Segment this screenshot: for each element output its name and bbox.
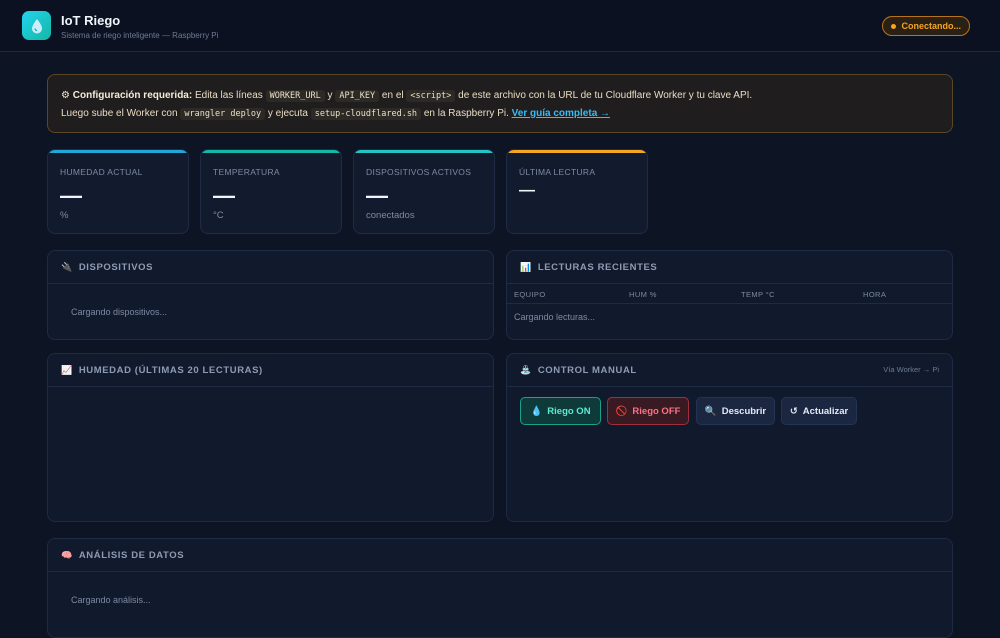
column-header-temperature[interactable]: TEMP °C bbox=[741, 290, 775, 299]
humidity-chart-header: 📈 Humedad (últimas 20 lecturas) bbox=[48, 354, 493, 387]
irrigation-off-button[interactable]: 🚫 Riego OFF bbox=[607, 397, 689, 425]
banner-text: Edita las líneas bbox=[192, 90, 266, 101]
irrigation-on-button[interactable]: 💧 Riego ON bbox=[520, 397, 601, 425]
refresh-button[interactable]: ↺ Actualizar bbox=[781, 397, 857, 425]
stat-card-humidity: Humedad actual — % bbox=[47, 149, 189, 234]
code-script-tag: <script> bbox=[406, 90, 456, 102]
stat-accent-bar bbox=[201, 150, 341, 153]
code-wrangler-deploy: wrangler deploy bbox=[180, 108, 266, 120]
stat-card-active-devices: Dispositivos activos — conectados bbox=[353, 149, 495, 234]
devices-loading-text: Cargando dispositivos... bbox=[71, 307, 168, 317]
readings-panel-header: 📊 Lecturas recientes bbox=[507, 251, 952, 284]
discover-button[interactable]: 🔍 Descubrir bbox=[696, 397, 775, 425]
code-setup-script: setup-cloudflared.sh bbox=[310, 108, 422, 120]
stat-card-last-reading: Última lectura — bbox=[506, 149, 648, 234]
fountain-icon: ⛲ bbox=[520, 364, 532, 375]
readings-panel: 📊 Lecturas recientes EQUIPO HUM % TEMP °… bbox=[506, 250, 953, 340]
stat-value: — bbox=[60, 183, 82, 208]
banner-text: de este archivo con la URL de tu Cloudfl… bbox=[455, 90, 753, 101]
brain-icon: 🧠 bbox=[61, 549, 73, 560]
analysis-panel-title: Análisis de datos bbox=[78, 549, 185, 561]
plug-icon: 🔌 bbox=[61, 261, 73, 272]
banner-text: y bbox=[324, 90, 336, 101]
magnifier-icon: 🔍 bbox=[704, 405, 717, 417]
code-worker-url: WORKER_URL bbox=[265, 90, 325, 102]
column-header-humidity[interactable]: HUM % bbox=[629, 290, 657, 299]
refresh-label: Actualizar bbox=[802, 405, 849, 417]
readings-table-header: EQUIPO HUM % TEMP °C HORA bbox=[507, 285, 952, 304]
code-api-key: API_KEY bbox=[335, 90, 380, 102]
devices-panel: 🔌 Dispositivos Cargando dispositivos... bbox=[47, 250, 494, 340]
humidity-chart-canvas bbox=[48, 388, 493, 521]
manual-control-panel: ⛲ Control manual Vía Worker → Pi 💧 Riego… bbox=[506, 353, 953, 522]
stat-label: Dispositivos activos bbox=[366, 167, 472, 177]
banner-line-1: ⚙ Configuración requerida: Edita las lín… bbox=[61, 87, 939, 105]
devices-panel-title: Dispositivos bbox=[78, 261, 154, 273]
stat-label: Última lectura bbox=[519, 167, 596, 177]
config-warning-banner: ⚙ Configuración requerida: Edita las lín… bbox=[47, 74, 953, 133]
gear-icon: ⚙ bbox=[61, 90, 70, 101]
devices-panel-header: 🔌 Dispositivos bbox=[48, 251, 493, 284]
app-subtitle: Sistema de riego inteligente — Raspberry… bbox=[61, 31, 219, 40]
status-dot-icon bbox=[891, 23, 897, 29]
humidity-chart-panel: 📈 Humedad (últimas 20 lecturas) bbox=[47, 353, 494, 522]
connection-status-text: Conectando... bbox=[901, 21, 961, 31]
prohibited-icon: 🚫 bbox=[615, 405, 628, 417]
column-header-equipo[interactable]: EQUIPO bbox=[514, 290, 546, 299]
connection-status-badge: Conectando... bbox=[882, 16, 970, 36]
stat-card-temperature: Temperatura — °C bbox=[200, 149, 342, 234]
stat-unit: °C bbox=[213, 210, 224, 221]
stat-unit: % bbox=[60, 210, 69, 221]
banner-text: en el bbox=[379, 90, 407, 101]
discover-label: Descubrir bbox=[721, 405, 767, 417]
analysis-loading-text: Cargando análisis... bbox=[71, 595, 151, 605]
irrigation-on-label: Riego ON bbox=[547, 405, 591, 417]
irrigation-off-label: Riego OFF bbox=[632, 405, 681, 417]
banner-line-2: Luego sube el Worker con wrangler deploy… bbox=[61, 105, 939, 123]
column-header-time[interactable]: HORA bbox=[863, 290, 886, 299]
bar-chart-icon: 📊 bbox=[520, 261, 532, 272]
banner-text: Luego sube el Worker con bbox=[61, 108, 181, 119]
stat-unit: conectados bbox=[366, 210, 415, 221]
water-drop-icon bbox=[22, 11, 51, 40]
app-header: IoT Riego Sistema de riego inteligente —… bbox=[0, 0, 1000, 52]
stat-label: Humedad actual bbox=[60, 167, 143, 177]
manual-control-header: ⛲ Control manual Vía Worker → Pi bbox=[507, 354, 952, 387]
water-drop-icon: 💧 bbox=[530, 405, 543, 417]
refresh-icon: ↺ bbox=[789, 405, 798, 417]
stat-value: — bbox=[519, 182, 535, 199]
readings-loading-text: Cargando lecturas... bbox=[514, 312, 596, 322]
analysis-panel-header: 🧠 Análisis de datos bbox=[48, 539, 952, 572]
banner-lead: Configuración requerida: bbox=[72, 90, 193, 101]
control-route-label: Vía Worker → Pi bbox=[883, 365, 939, 374]
stat-value: — bbox=[366, 183, 388, 208]
stat-accent-bar bbox=[48, 150, 188, 153]
stat-accent-bar bbox=[507, 150, 647, 153]
full-guide-link[interactable]: Ver guía completa → bbox=[512, 108, 610, 119]
banner-text: en la Raspberry Pi. bbox=[421, 108, 512, 119]
app-title: IoT Riego bbox=[61, 13, 121, 28]
manual-control-title: Control manual bbox=[537, 364, 637, 376]
stat-value: — bbox=[213, 183, 235, 208]
stat-accent-bar bbox=[354, 150, 494, 153]
stat-label: Temperatura bbox=[213, 167, 280, 177]
banner-text: y ejecuta bbox=[265, 108, 311, 119]
humidity-chart-title: Humedad (últimas 20 lecturas) bbox=[78, 364, 263, 376]
analysis-panel: 🧠 Análisis de datos Cargando análisis... bbox=[47, 538, 953, 638]
readings-panel-title: Lecturas recientes bbox=[537, 261, 658, 273]
line-chart-icon: 📈 bbox=[61, 364, 73, 375]
